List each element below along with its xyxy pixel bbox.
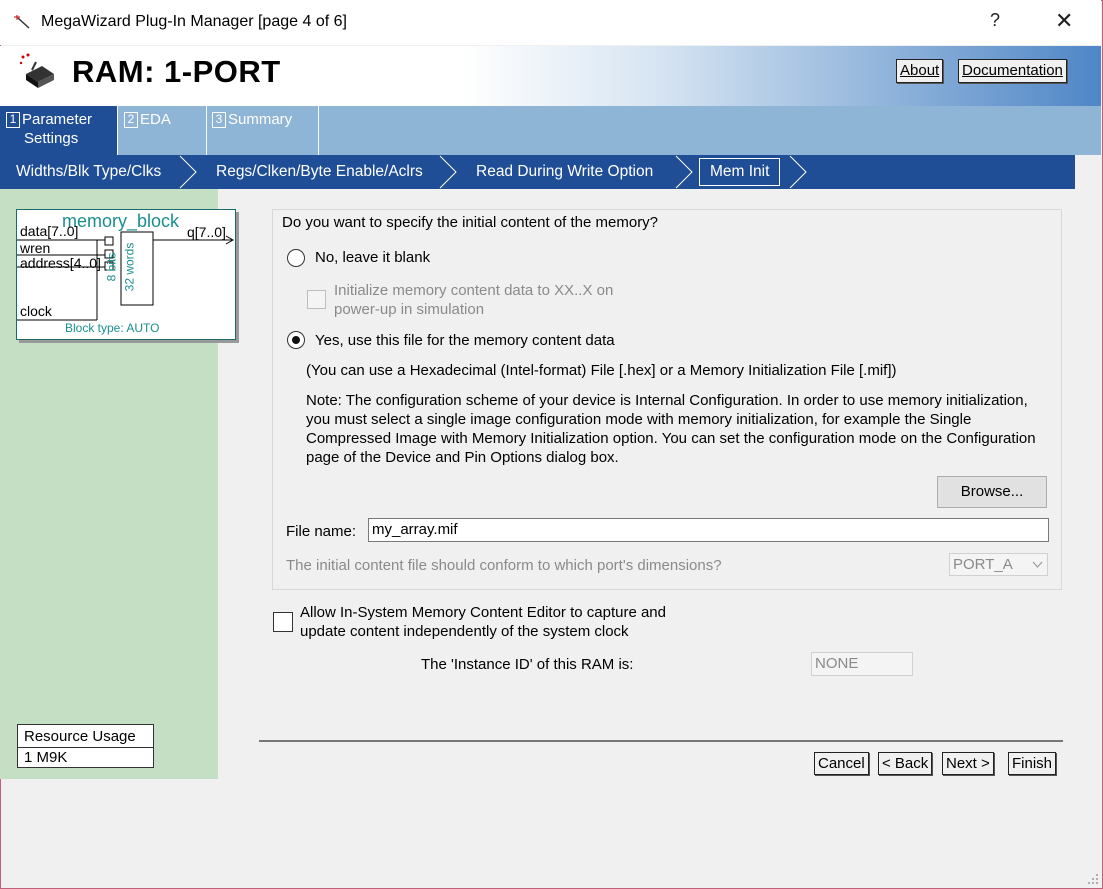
window-title: MegaWizard Plug-In Manager [page 4 of 6] — [41, 13, 347, 30]
resource-usage-box: Resource Usage 1 M9K — [17, 724, 154, 768]
chevron-down-icon — [1032, 561, 1043, 568]
chip-icon — [19, 53, 54, 88]
memory-content-question: Do you want to specify the initial conte… — [282, 214, 662, 231]
resource-usage-header: Resource Usage — [18, 725, 153, 748]
radio-selected-dot — [292, 336, 300, 344]
help-button[interactable]: ? — [990, 10, 1000, 31]
chevron-right-icon — [789, 155, 807, 189]
about-button[interactable]: About — [896, 59, 944, 83]
footer-divider — [259, 740, 1063, 742]
tab-label: Summary — [228, 111, 293, 128]
port-dimensions-value: PORT_A — [953, 556, 1013, 573]
file-name-label: File name: — [286, 523, 357, 540]
crumb-widths[interactable]: Widths/Blk Type/Clks — [16, 155, 161, 189]
next-button[interactable]: Next > — [942, 752, 994, 775]
port-clock: clock — [20, 303, 52, 319]
finish-button[interactable]: Finish — [1008, 752, 1057, 775]
block-type-label: Block type: AUTO — [65, 321, 160, 335]
close-button[interactable]: ✕ — [1055, 8, 1073, 34]
breadcrumb: Widths/Blk Type/Clks Regs/Clken/Byte Ena… — [0, 155, 1075, 189]
init-xx-label-line1: Initialize memory content data to XX..X … — [334, 282, 614, 299]
chevron-right-icon — [179, 155, 197, 189]
resource-usage-value: 1 M9K — [24, 749, 68, 766]
block-width-label: 8 bits — [104, 252, 119, 282]
tab-label-line2: Settings — [24, 130, 79, 147]
block-size-labels: 8 bits 32 words — [104, 238, 157, 308]
instance-id-label: The 'Instance ID' of this RAM is: — [421, 656, 634, 673]
left-panel: memory_block data[7..0] wren address[4..… — [0, 189, 236, 779]
checkbox-in-system-editor[interactable] — [273, 612, 293, 632]
radio-leave-blank-label[interactable]: No, leave it blank — [315, 249, 430, 266]
block-depth-label: 32 words — [122, 242, 137, 292]
header-band: RAM: 1-PORT About Documentation — [0, 46, 1101, 106]
port-dimensions-select[interactable]: PORT_A — [949, 553, 1048, 576]
resize-grip-icon[interactable] — [1087, 873, 1099, 885]
radio-leave-blank[interactable] — [287, 249, 305, 267]
port-data: data[7..0] — [20, 223, 79, 239]
title-bar: MegaWizard Plug-In Manager [page 4 of 6]… — [0, 0, 1101, 45]
chevron-right-icon — [439, 155, 457, 189]
tab-summary[interactable]: 3 Summary — [207, 106, 319, 155]
checkbox-init-xx[interactable] — [307, 290, 326, 309]
port-q: q[7..0] — [187, 224, 226, 240]
wand-icon — [14, 15, 30, 29]
file-types-hint: (You can use a Hexadecimal (Intel-format… — [306, 362, 897, 379]
in-system-label-line1[interactable]: Allow In-System Memory Content Editor to… — [300, 604, 666, 621]
tab-bar: 1 Parameter Settings 2 EDA 3 Summary — [0, 106, 1101, 155]
init-xx-label-line2: power-up in simulation — [334, 301, 485, 318]
tab-number: 3 — [212, 112, 226, 128]
crumb-regs[interactable]: Regs/Clken/Byte Enable/Aclrs — [216, 155, 423, 189]
browse-button[interactable]: Browse... — [937, 476, 1047, 508]
crumb-read-during-write[interactable]: Read During Write Option — [476, 155, 653, 189]
in-system-label-line2[interactable]: update content independently of the syst… — [300, 623, 629, 640]
tab-parameter-settings[interactable]: 1 Parameter Settings — [0, 106, 117, 155]
chevron-right-icon — [675, 155, 693, 189]
cancel-button[interactable]: Cancel — [814, 752, 869, 775]
tab-number: 1 — [6, 112, 20, 128]
radio-use-file-label[interactable]: Yes, use this file for the memory conten… — [315, 332, 615, 349]
tab-label: EDA — [140, 111, 171, 128]
memory-block-diagram: memory_block data[7..0] wren address[4..… — [16, 209, 236, 340]
configuration-note: Note: The configuration scheme of your d… — [306, 392, 1036, 466]
crumb-mem-init[interactable]: Mem Init — [699, 158, 781, 186]
back-button[interactable]: < Back — [878, 752, 933, 775]
port-wren: wren — [20, 240, 51, 256]
page-heading: RAM: 1-PORT — [72, 54, 281, 89]
instance-id-input[interactable]: NONE — [811, 652, 913, 676]
port-dimensions-question: The initial content file should conform … — [286, 557, 722, 574]
port-address: address[4..0] — [20, 255, 101, 271]
radio-use-file[interactable] — [287, 331, 305, 349]
documentation-button[interactable]: Documentation — [958, 59, 1067, 83]
tab-label: Parameter — [22, 111, 93, 128]
file-name-input[interactable]: my_array.mif — [368, 518, 1049, 542]
tab-number: 2 — [124, 112, 138, 128]
tab-eda[interactable]: 2 EDA — [117, 106, 207, 155]
